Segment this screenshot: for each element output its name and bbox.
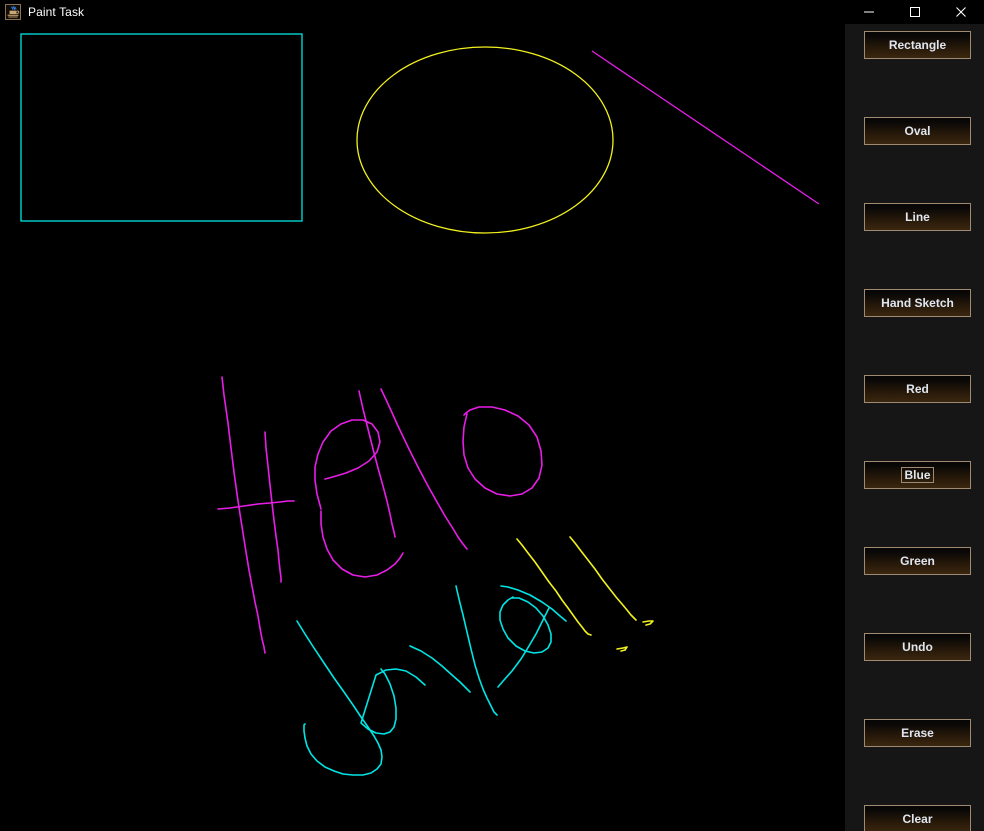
oval-shape — [356, 46, 614, 234]
sketch-java — [296, 585, 567, 776]
sketch-stroke — [497, 607, 550, 688]
sketch-stroke — [462, 406, 543, 497]
sketch-stroke — [499, 596, 552, 654]
window-title: Paint Task — [28, 5, 85, 19]
tool-button-rectangle[interactable]: Rectangle — [864, 31, 971, 59]
tool-button-label: Undo — [902, 640, 933, 654]
sketch-stroke — [642, 620, 654, 626]
sketch-hello — [217, 376, 543, 654]
tool-button-blue[interactable]: Blue — [864, 461, 971, 489]
canvas-strokes — [20, 33, 820, 776]
sketch-stroke — [360, 668, 426, 735]
close-icon — [956, 7, 966, 17]
sketch-stroke — [380, 388, 468, 550]
sketch-stroke — [314, 419, 381, 510]
sketch-stroke — [516, 538, 592, 636]
sketch-stroke — [455, 585, 498, 716]
tool-button-label: Red — [906, 382, 929, 396]
close-button[interactable] — [938, 0, 984, 24]
tool-button-erase[interactable]: Erase — [864, 719, 971, 747]
tool-button-red[interactable]: Red — [864, 375, 971, 403]
tool-button-label: Clear — [902, 812, 933, 826]
sketch-exclamations — [516, 536, 654, 652]
minimize-button[interactable] — [846, 0, 892, 24]
window-controls — [846, 0, 984, 24]
java-coffee-cup-icon — [5, 4, 21, 20]
tool-button-green[interactable]: Green — [864, 547, 971, 575]
sketch-stroke — [569, 536, 637, 621]
tool-button-label: Blue — [901, 467, 934, 483]
tool-button-hand-sketch[interactable]: Hand Sketch — [864, 289, 971, 317]
tool-button-label: Oval — [904, 124, 931, 138]
paint-task-window: Paint Task Rectangle Oval Line Hand Sket… — [0, 0, 984, 831]
tool-button-line[interactable]: Line — [864, 203, 971, 231]
tool-button-label: Hand Sketch — [881, 296, 954, 310]
sketch-stroke — [616, 646, 628, 652]
drawing-canvas[interactable] — [0, 24, 845, 831]
tool-button-undo[interactable]: Undo — [864, 633, 971, 661]
maximize-button[interactable] — [892, 0, 938, 24]
tool-button-clear[interactable]: Clear — [864, 805, 971, 831]
line-shape — [591, 50, 820, 205]
tool-button-label: Green — [900, 554, 935, 568]
minimize-icon — [864, 11, 874, 13]
tool-panel: Rectangle Oval Line Hand Sketch Red Blue Green… — [845, 24, 984, 831]
maximize-icon — [910, 7, 920, 17]
tool-button-label: Line — [905, 210, 930, 224]
sketch-stroke — [264, 431, 282, 583]
rectangle-shape — [20, 33, 303, 222]
sketch-stroke — [217, 500, 295, 510]
sketch-stroke — [409, 645, 471, 693]
tool-button-label: Erase — [901, 726, 934, 740]
tool-button-oval[interactable]: Oval — [864, 117, 971, 145]
title-bar: Paint Task — [0, 0, 984, 24]
tool-button-label: Rectangle — [888, 38, 947, 52]
sketch-stroke — [221, 376, 266, 654]
